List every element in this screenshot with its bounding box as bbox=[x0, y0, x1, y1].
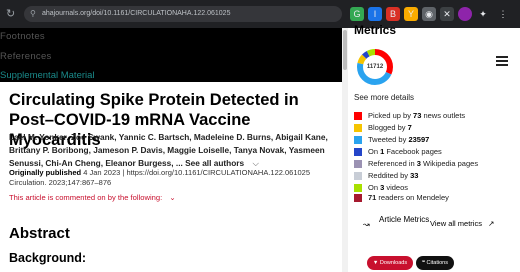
metric-swatch bbox=[354, 136, 362, 144]
publication-info: Originally published 4 Jan 2023 | https:… bbox=[9, 168, 339, 188]
metric-row[interactable]: Picked up by 73 news outlets bbox=[354, 110, 519, 122]
browser-menu-icon[interactable]: ⋮ bbox=[496, 7, 510, 21]
authors-text[interactable]: Lael M. Yonker, Zoe Swank, Yannic C. Bar… bbox=[9, 132, 328, 168]
metric-count: 7 bbox=[407, 123, 412, 132]
profile-avatar[interactable] bbox=[458, 7, 472, 21]
see-more-details-link[interactable]: See more details bbox=[354, 93, 414, 102]
scrollbar-thumb[interactable] bbox=[343, 30, 347, 70]
metric-row[interactable]: Referenced in 3 Wikipedia pages bbox=[354, 158, 519, 170]
mendeley-label: readers on Mendeley bbox=[376, 193, 449, 202]
refresh-icon[interactable]: ↻ bbox=[6, 7, 15, 21]
extension-g-icon[interactable]: G bbox=[350, 7, 364, 21]
citations-label: Citations bbox=[426, 260, 448, 266]
site-info-icon[interactable]: ⚲ bbox=[30, 9, 40, 19]
view-all-label: View all metrics bbox=[430, 219, 482, 228]
metrics-list: Picked up by 73 news outlets Blogged by 7… bbox=[354, 110, 519, 194]
doi-link[interactable]: https://doi.org/10.1161/CIRCULATIONAHA.1… bbox=[126, 168, 310, 177]
metric-suffix: news outlets bbox=[421, 111, 466, 120]
article-panel: Footnotes References Supplemental Materi… bbox=[0, 28, 342, 272]
metric-suffix: Wikipedia pages bbox=[420, 159, 479, 168]
download-icon: ▼ bbox=[372, 260, 379, 266]
metric-swatch bbox=[354, 148, 362, 156]
metrics-title: Metrics bbox=[354, 23, 397, 37]
see-all-authors-link[interactable]: See all authors bbox=[185, 158, 244, 168]
trend-chart-icon: ↝ bbox=[363, 220, 370, 229]
metrics-panel: Metrics 11712 See more details Picked up… bbox=[348, 23, 520, 272]
metric-swatch bbox=[354, 124, 362, 132]
citation-text: Circulation. 2023;147:867–876 bbox=[9, 178, 112, 187]
metric-row[interactable]: Blogged by 7 bbox=[354, 122, 519, 134]
downloads-button[interactable]: ▼ Downloads bbox=[367, 256, 413, 270]
author-list: Lael M. Yonker, Zoe Swank, Yannic C. Bar… bbox=[9, 131, 334, 170]
metric-count: 23597 bbox=[408, 135, 430, 144]
metric-swatch bbox=[354, 160, 362, 168]
pub-date: 4 Jan 2023 bbox=[83, 168, 121, 177]
puzzle-extensions-icon[interactable]: ✦ bbox=[476, 7, 490, 21]
address-bar[interactable]: ⚲ ahajournals.org/doi/10.1161/CIRCULATIO… bbox=[24, 6, 342, 22]
metric-count: 33 bbox=[410, 171, 419, 180]
pub-prefix: Originally published bbox=[9, 168, 82, 177]
metric-swatch bbox=[354, 112, 362, 120]
hamburger-menu-icon[interactable] bbox=[496, 56, 508, 66]
extension-x-icon[interactable]: ✕ bbox=[440, 7, 454, 21]
chevron-down-icon: ⌄ bbox=[169, 193, 176, 202]
citations-button[interactable]: ❝ Citations bbox=[416, 256, 454, 270]
mendeley-readers: 71 readers on Mendeley bbox=[354, 192, 519, 204]
article-metrics-label: Article Metrics bbox=[379, 215, 430, 224]
extension-i-icon[interactable]: I bbox=[368, 7, 382, 21]
nav-link-footnotes[interactable]: Footnotes bbox=[0, 31, 45, 42]
metric-row[interactable]: Reddited by 33 bbox=[354, 170, 519, 182]
metric-suffix: Facebook pages bbox=[384, 147, 442, 156]
background-heading: Background: bbox=[9, 251, 87, 265]
abstract-heading: Abstract bbox=[9, 225, 70, 242]
altmetric-score: 11712 bbox=[366, 64, 384, 70]
metric-row[interactable]: Tweeted by 23597 bbox=[354, 134, 519, 146]
metric-prefix: Blogged by bbox=[368, 123, 408, 132]
mendeley-swatch bbox=[354, 194, 362, 202]
metric-swatch bbox=[354, 184, 362, 192]
external-link-icon: ↗ bbox=[488, 219, 495, 228]
nav-link-supplemental[interactable]: Supplemental Material bbox=[0, 70, 95, 82]
commented-label: This article is commented on by the foll… bbox=[9, 193, 163, 202]
nav-link-references[interactable]: References bbox=[0, 51, 52, 62]
supplemental-bar: Supplemental Material bbox=[0, 70, 342, 82]
extension-b-icon[interactable]: B bbox=[386, 7, 400, 21]
metric-prefix: Tweeted by bbox=[368, 135, 409, 144]
view-all-metrics-link[interactable]: View all metrics ↗ bbox=[430, 219, 494, 228]
metric-row[interactable]: On 1 Facebook pages bbox=[354, 146, 519, 158]
browser-toolbar: ↻ ⚲ ahajournals.org/doi/10.1161/CIRCULAT… bbox=[0, 0, 520, 28]
commented-on-toggle[interactable]: This article is commented on by the foll… bbox=[9, 193, 176, 202]
quote-icon: ❝ bbox=[422, 260, 426, 266]
metric-prefix: Picked up by bbox=[368, 111, 414, 120]
metric-prefix: Referenced in bbox=[368, 159, 417, 168]
url-text: ahajournals.org/doi/10.1161/CIRCULATIONA… bbox=[42, 10, 231, 17]
metric-swatch bbox=[354, 172, 362, 180]
extension-y-icon[interactable]: Y bbox=[404, 7, 418, 21]
metric-prefix: On bbox=[368, 147, 381, 156]
metric-prefix: On bbox=[368, 183, 381, 192]
extension-record-icon[interactable]: ◉ bbox=[422, 7, 436, 21]
metric-prefix: Reddited by bbox=[368, 171, 411, 180]
separator: | bbox=[122, 168, 125, 177]
metric-suffix: videos bbox=[384, 183, 409, 192]
downloads-label: Downloads bbox=[379, 260, 408, 266]
